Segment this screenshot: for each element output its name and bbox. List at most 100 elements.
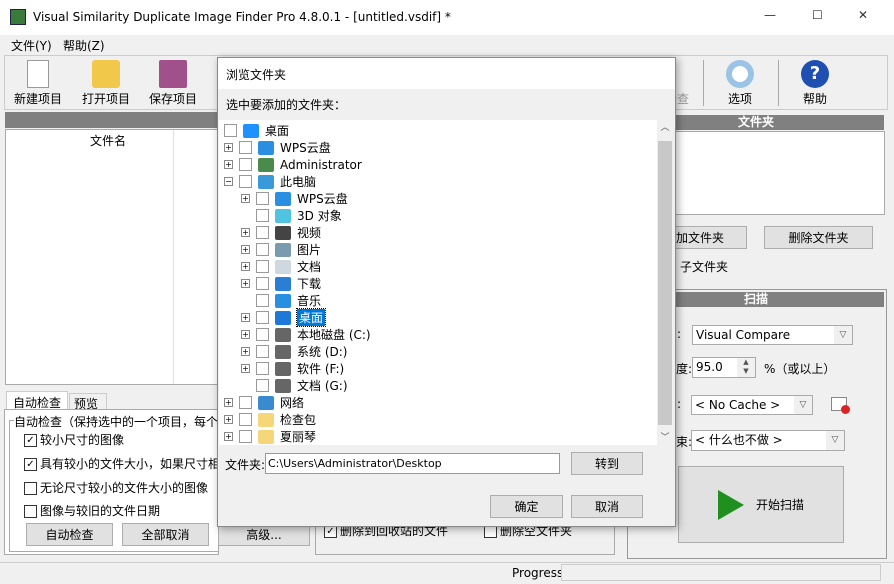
options-button[interactable]: 选项 xyxy=(708,58,772,108)
tree-node-label: 文档 xyxy=(297,260,322,274)
clear-cache-icon[interactable] xyxy=(831,397,850,414)
cache-select[interactable]: < No Cache > ▽ xyxy=(691,395,813,415)
expand-icon[interactable]: + xyxy=(224,160,233,169)
tree-checkbox[interactable] xyxy=(256,311,269,324)
menu-help[interactable]: 帮助(Z) xyxy=(63,37,105,54)
after-scan-select[interactable]: < 什么也不做 > ▽ xyxy=(691,430,845,451)
tree-node[interactable]: 音乐 xyxy=(241,292,321,309)
tree-node[interactable]: + WPS云盘 xyxy=(241,190,348,207)
uncheck-all-button[interactable]: 全部取消 xyxy=(122,523,209,546)
tree-node[interactable]: + 下载 xyxy=(241,275,321,292)
check-any-size[interactable]: 无论尺寸较小的文件大小的图像 xyxy=(24,479,208,496)
check-smaller-size[interactable]: ✓ 较小尺寸的图像 xyxy=(24,431,124,448)
tree-node[interactable]: + 桌面 xyxy=(241,308,327,327)
save-project-button[interactable]: 保存项目 xyxy=(141,58,205,108)
scroll-down-icon[interactable]: ﹀ xyxy=(657,430,673,443)
folder-icon xyxy=(275,276,291,291)
tree-checkbox[interactable] xyxy=(239,175,252,188)
tree-checkbox[interactable] xyxy=(256,328,269,341)
expand-icon[interactable]: + xyxy=(241,228,250,237)
expand-icon[interactable]: + xyxy=(241,194,250,203)
spin-icon[interactable]: ▲ ▼ xyxy=(737,358,755,377)
help-button[interactable]: ? 帮助 xyxy=(783,58,847,108)
folder-icon xyxy=(258,412,274,427)
tree-checkbox[interactable] xyxy=(256,362,269,375)
folder-icon xyxy=(258,174,274,189)
tree-checkbox[interactable] xyxy=(256,345,269,358)
collapse-icon[interactable]: − xyxy=(224,177,233,186)
expand-icon[interactable]: + xyxy=(241,279,250,288)
tab-preview[interactable]: 预览 xyxy=(69,393,107,411)
tree-checkbox[interactable] xyxy=(256,192,269,205)
method-select[interactable]: Visual Compare ▽ xyxy=(692,325,853,345)
tree-node[interactable]: 3D 对象 xyxy=(241,207,342,224)
cancel-button[interactable]: 取消 xyxy=(571,495,643,518)
check-smaller-filesize[interactable]: ✓ 具有较小的文件大小，如果尺寸相 xyxy=(24,455,217,472)
expand-icon[interactable]: + xyxy=(241,245,250,254)
expand-icon[interactable]: + xyxy=(224,398,233,407)
close-button[interactable]: ✕ xyxy=(858,8,868,22)
maximize-button[interactable]: ☐ xyxy=(812,8,823,22)
folder-tree[interactable]: 桌面 + WPS云盘 + Administrator − 此电脑 + WPS云盘 3D 对象 + 视频… xyxy=(219,120,657,445)
tree-scrollbar[interactable]: ︿ ﹀ xyxy=(657,120,673,445)
expand-icon[interactable]: + xyxy=(224,143,233,152)
expand-icon[interactable]: + xyxy=(224,432,233,441)
tree-checkbox[interactable] xyxy=(239,413,252,426)
tree-node-label: 文档 (G:) xyxy=(297,379,348,393)
menu-file[interactable]: 文件(Y) xyxy=(11,37,52,54)
tree-checkbox[interactable] xyxy=(256,260,269,273)
tree-checkbox[interactable] xyxy=(239,396,252,409)
expand-icon[interactable]: + xyxy=(241,262,250,271)
expand-icon[interactable]: + xyxy=(241,313,250,322)
tree-node[interactable]: + 图片 xyxy=(241,241,321,258)
similarity-stepper[interactable]: 95.0 ▲ ▼ xyxy=(692,357,756,378)
new-file-icon xyxy=(27,60,49,88)
folder-icon xyxy=(275,361,291,376)
scroll-thumb[interactable] xyxy=(658,141,672,425)
tree-node[interactable]: + 夏丽琴 xyxy=(224,428,316,445)
new-project-button[interactable]: 新建项目 xyxy=(6,58,70,108)
tree-checkbox[interactable] xyxy=(256,243,269,256)
tree-node[interactable]: + 视频 xyxy=(241,224,321,241)
goto-button[interactable]: 转到 xyxy=(571,452,643,475)
check-older-date[interactable]: 图像与较旧的文件日期 xyxy=(24,502,160,519)
ok-button[interactable]: 确定 xyxy=(490,495,563,518)
tree-node-label: 桌面 xyxy=(265,124,290,138)
tree-node[interactable]: + 系统 (D:) xyxy=(241,343,347,360)
start-scan-button[interactable]: 开始扫描 xyxy=(678,466,844,543)
tree-node[interactable]: + 软件 (F:) xyxy=(241,360,344,377)
tree-node[interactable]: 桌面 xyxy=(224,122,289,139)
tab-auto-check[interactable]: 自动检查 xyxy=(6,391,68,410)
minimize-button[interactable]: — xyxy=(764,8,776,22)
folder-path-input[interactable] xyxy=(265,453,560,474)
tree-checkbox[interactable] xyxy=(239,158,252,171)
tree-node-label: 视频 xyxy=(297,226,322,240)
tree-node[interactable]: 文档 (G:) xyxy=(241,377,348,394)
open-project-button[interactable]: 打开项目 xyxy=(74,58,138,108)
tree-node[interactable]: + 网络 xyxy=(224,394,304,411)
auto-check-button[interactable]: 自动检查 xyxy=(26,523,113,546)
tree-node[interactable]: + WPS云盘 xyxy=(224,139,331,156)
expand-icon[interactable]: + xyxy=(241,347,250,356)
tree-node[interactable]: + 本地磁盘 (C:) xyxy=(241,326,371,343)
tree-checkbox[interactable] xyxy=(256,226,269,239)
tree-node[interactable]: + 文档 xyxy=(241,258,321,275)
expand-icon[interactable]: + xyxy=(241,330,250,339)
expand-icon[interactable]: + xyxy=(241,364,250,373)
remove-folder-button[interactable]: 删除文件夹 xyxy=(764,226,873,249)
tree-checkbox[interactable] xyxy=(256,209,269,222)
tree-node-label: 软件 (F:) xyxy=(297,362,345,376)
tree-node[interactable]: + 检查包 xyxy=(224,411,316,428)
expand-icon[interactable]: + xyxy=(224,415,233,424)
scroll-up-icon[interactable]: ︿ xyxy=(657,120,673,133)
tree-checkbox[interactable] xyxy=(224,124,237,137)
tree-checkbox[interactable] xyxy=(256,277,269,290)
tree-node[interactable]: − 此电脑 xyxy=(224,173,316,190)
tree-checkbox[interactable] xyxy=(239,141,252,154)
tree-checkbox[interactable] xyxy=(256,379,269,392)
tree-checkbox[interactable] xyxy=(256,294,269,307)
column-header-filename[interactable]: 文件名 xyxy=(90,132,126,149)
file-list[interactable] xyxy=(5,129,220,385)
tree-checkbox[interactable] xyxy=(239,430,252,443)
tree-node[interactable]: + Administrator xyxy=(224,156,362,173)
